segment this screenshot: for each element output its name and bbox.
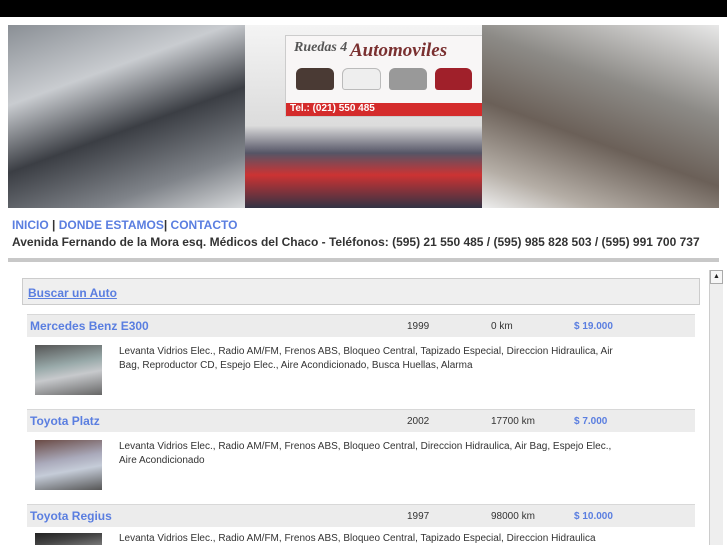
top-bar [0, 0, 727, 17]
nav-inicio[interactable]: INICIO [12, 218, 49, 232]
car-list: Mercedes Benz E300 1999 0 km $ 19.000 Le… [27, 314, 695, 545]
car-body: Levanta Vidrios Elec., Radio AM/FM, Fren… [27, 527, 695, 545]
sign-phone: Tel.: (021) 550 485 [286, 103, 482, 116]
car-km: 0 km [491, 320, 513, 332]
divider [8, 258, 719, 262]
car-item: Toyota Platz 2002 17700 km $ 7.000 Levan… [27, 409, 695, 504]
car-name-link[interactable]: Toyota Regius [27, 509, 407, 523]
nav-separator: | [52, 218, 56, 232]
car-item: Mercedes Benz E300 1999 0 km $ 19.000 Le… [27, 314, 695, 409]
scroll-up-arrow-icon[interactable]: ▲ [710, 270, 723, 284]
car-body: Levanta Vidrios Elec., Radio AM/FM, Fren… [27, 337, 695, 409]
sign-cars [296, 68, 472, 90]
banner-photo-center: Ruedas 4 Automoviles Tel.: (021) 550 485 [245, 25, 483, 208]
car-header: Mercedes Benz E300 1999 0 km $ 19.000 [27, 314, 695, 337]
nav-donde-estamos[interactable]: DONDE ESTAMOS [59, 218, 164, 232]
sign-title: Automoviles [350, 40, 448, 61]
car-item: Toyota Regius 1997 98000 km $ 10.000 Lev… [27, 504, 695, 545]
listing-frame: Buscar un Auto Mercedes Benz E300 1999 0… [8, 268, 708, 545]
car-header: Toyota Platz 2002 17700 km $ 7.000 [27, 409, 695, 432]
nav-separator: | [163, 218, 168, 232]
car-price: $ 10.000 [574, 510, 613, 522]
sign-brand: Ruedas 4 [294, 40, 348, 55]
car-price: $ 7.000 [574, 415, 608, 427]
search-car-link[interactable]: Buscar un Auto [28, 286, 117, 300]
car-year: 1999 [407, 320, 430, 332]
car-km: 17700 km [491, 415, 535, 427]
car-thumbnail[interactable] [35, 533, 102, 545]
car-thumbnail[interactable] [35, 440, 102, 490]
car-features: Levanta Vidrios Elec., Radio AM/FM, Fren… [119, 346, 613, 371]
dealer-sign: Ruedas 4 Automoviles Tel.: (021) 550 485 [285, 35, 483, 117]
car-features: Levanta Vidrios Elec., Radio AM/FM, Fren… [119, 441, 612, 466]
car-km: 98000 km [491, 510, 535, 522]
car-features: Levanta Vidrios Elec., Radio AM/FM, Fren… [119, 533, 596, 544]
address-line: Avenida Fernando de la Mora esq. Médicos… [12, 235, 700, 249]
car-year: 1997 [407, 510, 430, 522]
car-header: Toyota Regius 1997 98000 km $ 10.000 [27, 504, 695, 527]
main-nav: INICIO | DONDE ESTAMOS| CONTACTO [12, 218, 237, 232]
scrollbar[interactable]: ▲ [709, 270, 723, 545]
car-body: Levanta Vidrios Elec., Radio AM/FM, Fren… [27, 432, 695, 504]
nav-contacto[interactable]: CONTACTO [171, 218, 238, 232]
search-box: Buscar un Auto [22, 278, 700, 305]
car-price: $ 19.000 [574, 320, 613, 332]
car-name-link[interactable]: Mercedes Benz E300 [27, 319, 407, 333]
car-year: 2002 [407, 415, 430, 427]
header-banner: Ruedas 4 Automoviles Tel.: (021) 550 485 [8, 25, 719, 208]
banner-photo-right [482, 25, 719, 208]
banner-photo-left [8, 25, 245, 208]
car-name-link[interactable]: Toyota Platz [27, 414, 407, 428]
car-thumbnail[interactable] [35, 345, 102, 395]
